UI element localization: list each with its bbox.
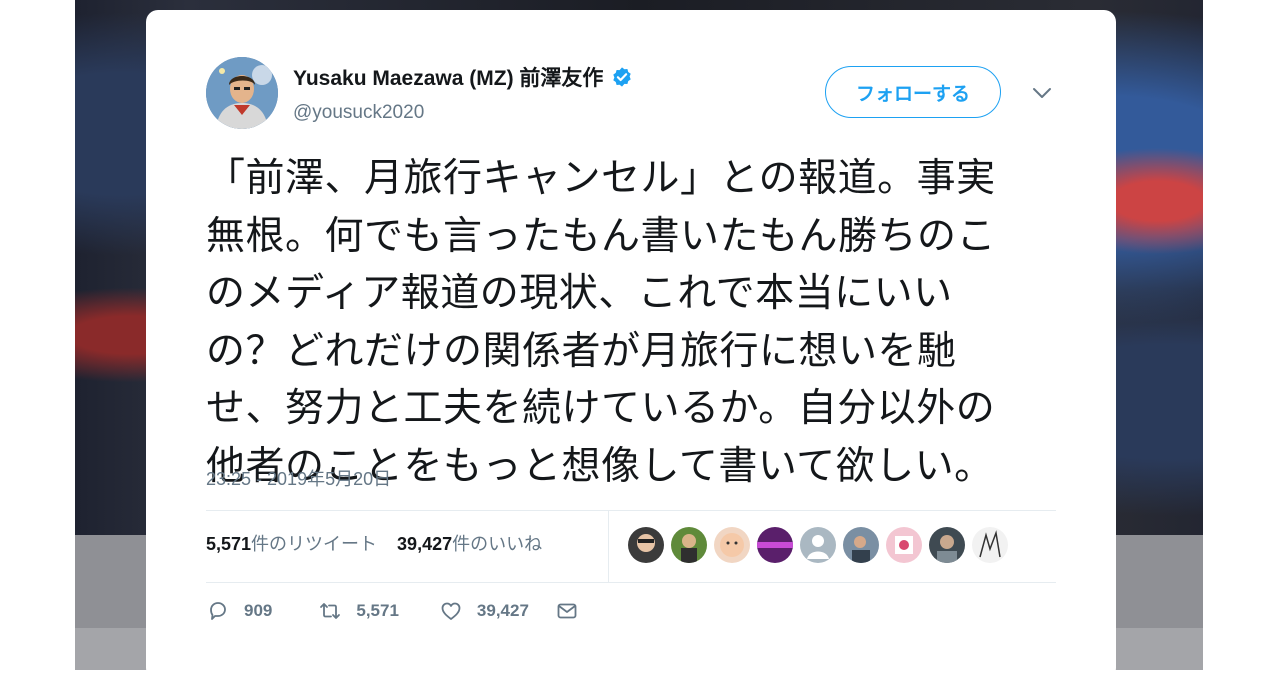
tweet-line: の？どれだけの関係者が月旅行に想いを馳 (206, 329, 957, 373)
follow-button[interactable]: フォローする (825, 66, 1001, 118)
verified-badge-icon (613, 67, 632, 87)
tweet-text: 「前澤、月旅行キャンセル」との報道。事実 無根。何でも言ったもん書いたもん勝ちの… (206, 150, 1056, 495)
display-name[interactable]: Yusaku Maezawa (MZ) 前澤友作 (293, 62, 603, 92)
reply-count: 909 (244, 601, 273, 620)
liker-avatar[interactable] (714, 527, 750, 563)
retweet-stat-label: 件のリツイート (251, 534, 378, 554)
liker-avatar[interactable] (671, 527, 707, 563)
chevron-down-icon[interactable] (1031, 86, 1053, 100)
retweet-icon (320, 603, 341, 619)
liker-avatar[interactable] (886, 527, 922, 563)
like-stat-label: 件のいいね (452, 534, 543, 554)
like-icon (441, 602, 461, 620)
liker-avatar[interactable] (843, 527, 879, 563)
liker-avatar[interactable] (972, 527, 1008, 563)
liker-avatar[interactable] (800, 527, 836, 563)
reply-button[interactable]: 909 (206, 599, 272, 623)
retweet-stat[interactable]: 5,571件のリツイート (206, 530, 377, 556)
avatar[interactable] (206, 57, 278, 129)
tweet-line: せ、努力と工夫を続けているか。自分以外の (206, 387, 996, 430)
reply-icon (210, 602, 226, 620)
message-icon (557, 603, 577, 619)
tweet-actions: 909 5,571 39,427 (206, 599, 593, 623)
like-count: 39,427 (476, 601, 529, 620)
divider (206, 582, 1056, 583)
divider (206, 510, 1056, 511)
user-handle[interactable]: @yousuck2020 (293, 102, 424, 124)
like-stat-count: 39,427 (397, 534, 453, 554)
like-button[interactable]: 39,427 (439, 599, 529, 623)
liker-avatars (628, 527, 1008, 563)
tweet-line: 無根。何でも言ったもん書いたもん勝ちのこ (206, 214, 997, 258)
retweet-count: 5,571 (356, 601, 399, 620)
liker-avatar[interactable] (628, 527, 664, 563)
liker-avatar[interactable] (929, 527, 965, 563)
retweet-button[interactable]: 5,571 (318, 599, 399, 623)
liker-avatar[interactable] (757, 527, 793, 563)
tweet-line: 「前澤、月旅行キャンセル」との報道。事実 (206, 157, 996, 200)
message-button[interactable] (555, 599, 593, 623)
tweet-line: のメディア報道の現状、これで本当にいい (206, 272, 953, 315)
stats-separator (608, 510, 609, 582)
retweet-stat-count: 5,571 (206, 534, 252, 554)
tweet-timestamp[interactable]: 23:25 - 2019年5月20日 (206, 465, 391, 491)
tweet-card: Yusaku Maezawa (MZ) 前澤友作 @yousuck2020 フォ… (146, 10, 1116, 680)
like-stat[interactable]: 39,427件のいいね (397, 530, 542, 556)
user-name-row: Yusaku Maezawa (MZ) 前澤友作 (293, 62, 633, 92)
engagement-stats: 5,571件のリツイート 39,427件のいいね (206, 530, 542, 556)
